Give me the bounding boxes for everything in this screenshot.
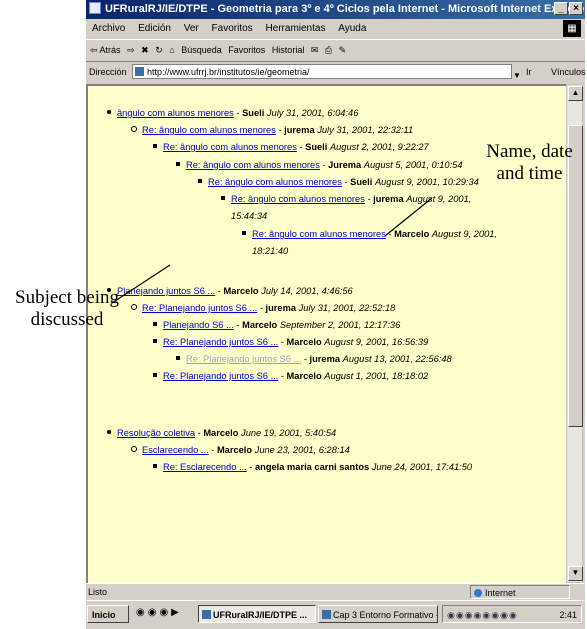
name-date-callout: Name, date and time [486, 141, 573, 184]
name-date-pointer-line [384, 197, 433, 237]
subject-callout: Subject being discussed [15, 287, 119, 330]
